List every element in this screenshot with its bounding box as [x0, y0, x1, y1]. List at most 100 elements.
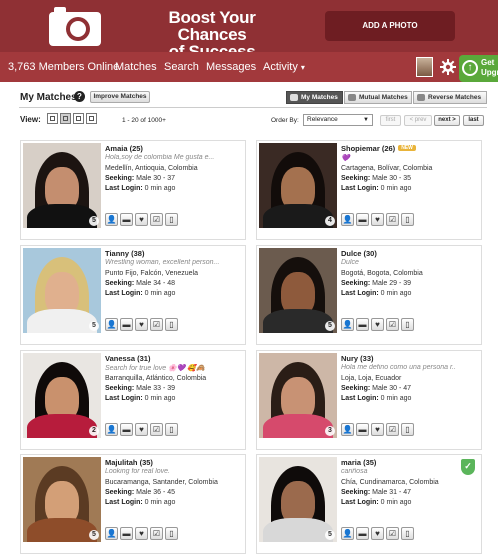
add-photo-button[interactable]: ADD A PHOTO [325, 11, 455, 41]
checklist-icon[interactable]: ☑ [150, 423, 163, 436]
add-user-icon[interactable]: 👤 [341, 318, 354, 331]
heart-icon[interactable]: ♥ [135, 527, 148, 540]
heart-icon[interactable]: ♥ [371, 527, 384, 540]
profile-card[interactable]: 3 Nury (33) Hola me defino como una perso… [256, 350, 482, 450]
first-page-button[interactable]: first [380, 115, 401, 126]
profile-photo[interactable]: 5 [23, 143, 101, 228]
profile-card[interactable]: 2 Vanessa (31) Search for true love 🌸💜 🥰🙈… [20, 350, 246, 450]
profile-location: Barranquilla, Atlántico, Colombia [105, 375, 207, 382]
heart-icon[interactable]: ♥ [371, 318, 384, 331]
next-page-button[interactable]: next > [434, 115, 460, 126]
checklist-icon[interactable]: ☑ [150, 213, 163, 226]
match-tabs: My Matches Mutual Matches Reverse Matche… [286, 91, 487, 104]
members-online-link[interactable]: 3,763 Members Online [8, 61, 119, 73]
heart-icon[interactable]: ♥ [371, 213, 384, 226]
tab-reverse-matches[interactable]: Reverse Matches [413, 91, 487, 104]
chat-icon[interactable]: ▬ [120, 318, 133, 331]
chat-icon[interactable]: ▬ [356, 318, 369, 331]
phone-icon[interactable]: ▯ [165, 318, 178, 331]
nav-activity[interactable]: Activity ▾ [263, 61, 305, 73]
profile-card[interactable]: 5 Dulce (30) Dulce Bogotá, Bogota, Colombi… [256, 245, 482, 345]
profile-photo[interactable]: 5 [259, 457, 337, 542]
profile-tagline: Search for true love 🌸💜 🥰🙈 [105, 365, 205, 372]
chat-icon[interactable]: ▬ [356, 527, 369, 540]
add-user-icon[interactable]: 👤 [341, 423, 354, 436]
profile-photo[interactable]: 5 [23, 457, 101, 542]
grid-view-icon[interactable] [47, 113, 58, 124]
checklist-icon[interactable]: ☑ [386, 423, 399, 436]
profile-name[interactable]: maria (35) [341, 458, 376, 467]
checklist-icon[interactable]: ☑ [386, 213, 399, 226]
list-view-icon[interactable] [73, 113, 84, 124]
profile-name[interactable]: Amaia (25) [105, 144, 143, 153]
profile-seeking: Seeking: Male 34 - 48 [105, 280, 176, 287]
chat-icon[interactable]: ▬ [120, 213, 133, 226]
improve-matches-button[interactable]: Improve Matches [90, 91, 150, 103]
order-by-select[interactable]: Relevance ▼ [303, 114, 373, 126]
tab-my-matches[interactable]: My Matches [286, 91, 343, 104]
chat-icon[interactable]: ▬ [120, 527, 133, 540]
profile-name[interactable]: Shopiemar (26) NEW [341, 144, 416, 153]
profile-name[interactable]: Vanessa (31) [105, 354, 150, 363]
help-icon[interactable]: ? [74, 91, 85, 102]
photo-view-icon[interactable] [86, 113, 97, 124]
tab-mutual-matches[interactable]: Mutual Matches [344, 91, 412, 104]
gear-icon[interactable] [440, 59, 456, 75]
profile-seeking: Seeking: Male 33 - 39 [105, 385, 176, 392]
phone-icon[interactable]: ▯ [401, 423, 414, 436]
large-grid-view-icon[interactable] [60, 113, 71, 124]
chevron-down-icon: ▼ [363, 117, 369, 123]
chat-icon[interactable]: ▬ [356, 213, 369, 226]
phone-icon[interactable]: ▯ [401, 318, 414, 331]
phone-icon[interactable]: ▯ [401, 213, 414, 226]
phone-icon[interactable]: ▯ [165, 213, 178, 226]
checklist-icon[interactable]: ☑ [386, 318, 399, 331]
profile-name[interactable]: Dulce (30) [341, 249, 377, 258]
profile-seeking: Seeking: Male 31 - 47 [341, 489, 412, 496]
upload-photo-banner[interactable]: Boost Your Chances of Success ADD A PHOT… [0, 0, 498, 60]
add-user-icon[interactable]: 👤 [341, 527, 354, 540]
add-user-icon[interactable]: 👤 [105, 527, 118, 540]
last-page-button[interactable]: last [463, 115, 484, 126]
chat-icon[interactable]: ▬ [120, 423, 133, 436]
profile-photo[interactable]: 2 [23, 353, 101, 438]
heart-icon[interactable]: ♥ [135, 213, 148, 226]
heart-icon[interactable]: ♥ [135, 318, 148, 331]
add-user-icon[interactable]: 👤 [105, 423, 118, 436]
profile-seeking: Seeking: Male 29 - 39 [341, 280, 412, 287]
nav-search[interactable]: Search [164, 61, 199, 73]
profile-photo[interactable]: 4 [259, 143, 337, 228]
profile-name[interactable]: Majulitah (35) [105, 458, 153, 467]
upgrade-button[interactable]: ↑ Get Upgr [459, 55, 498, 82]
profile-card[interactable]: 5 maria (35) cariñosa Chía, Cundinamarca, … [256, 454, 482, 554]
heart-icon[interactable]: ♥ [135, 423, 148, 436]
profile-card[interactable]: 5 Majulitah (35) Looking for real love. Bu… [20, 454, 246, 554]
add-user-icon[interactable]: 👤 [105, 213, 118, 226]
profile-photo[interactable]: 5 [259, 248, 337, 333]
profile-photo[interactable]: 3 [259, 353, 337, 438]
profile-name[interactable]: Nury (33) [341, 354, 374, 363]
add-user-icon[interactable]: 👤 [341, 213, 354, 226]
profile-name[interactable]: Tianny (38) [105, 249, 144, 258]
prev-page-button[interactable]: < prev [404, 115, 432, 126]
nav-matches[interactable]: Matches [115, 61, 157, 73]
heart-icon[interactable]: ♥ [371, 423, 384, 436]
mutual-icon [348, 94, 356, 101]
chat-icon[interactable]: ▬ [356, 423, 369, 436]
profile-seeking: Seeking: Male 36 - 45 [105, 489, 176, 496]
nav-messages[interactable]: Messages [206, 61, 256, 73]
avatar[interactable] [416, 57, 433, 77]
checklist-icon[interactable]: ☑ [386, 527, 399, 540]
profile-photo[interactable]: 5 [23, 248, 101, 333]
profile-card[interactable]: 5 Tianny (38) Wrestling woman, excellent … [20, 245, 246, 345]
phone-icon[interactable]: ▯ [165, 423, 178, 436]
checklist-icon[interactable]: ☑ [150, 318, 163, 331]
add-user-icon[interactable]: 👤 [105, 318, 118, 331]
phone-icon[interactable]: ▯ [401, 527, 414, 540]
profile-card[interactable]: 4 Shopiemar (26) NEW 💜 Cartagena, Bolívar, … [256, 140, 482, 240]
profile-tagline: Wrestling woman, excellent person... [105, 259, 220, 266]
profile-card[interactable]: 5 Amaia (25) Hola,soy de colombia Me gust… [20, 140, 246, 240]
phone-icon[interactable]: ▯ [165, 527, 178, 540]
profile-location: Bucaramanga, Santander, Colombia [105, 479, 218, 486]
checklist-icon[interactable]: ☑ [150, 527, 163, 540]
